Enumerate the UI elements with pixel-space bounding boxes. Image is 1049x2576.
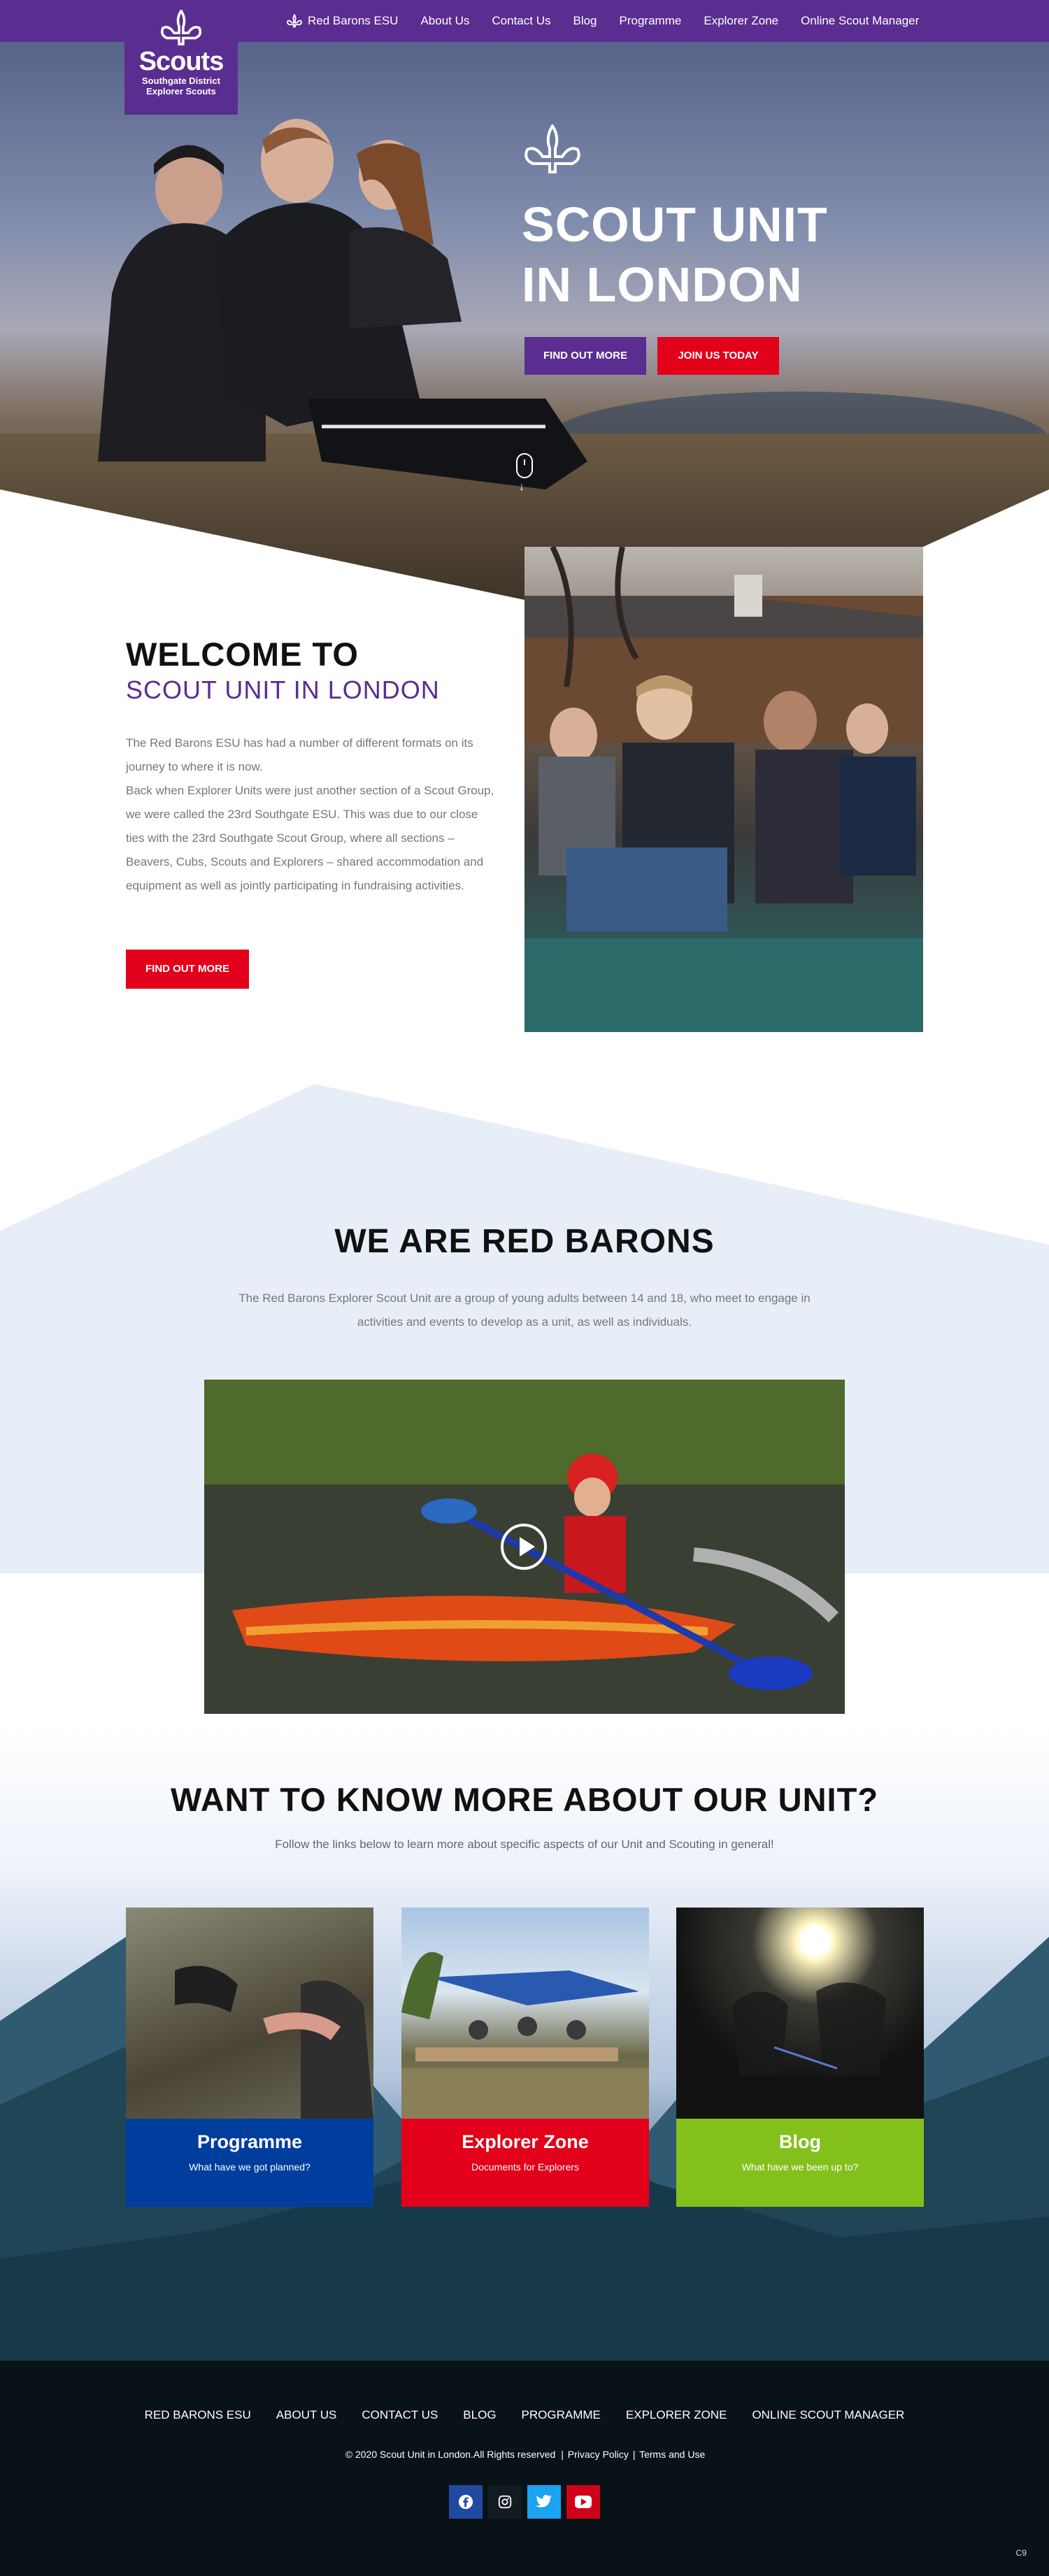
logo-brand: Scouts xyxy=(138,47,224,76)
welcome-find-out-more-button[interactable]: FIND OUT MORE xyxy=(126,950,249,989)
welcome-para-2: Back when Explorer Units were just anoth… xyxy=(126,784,494,892)
nav-programme[interactable]: Programme xyxy=(620,14,682,28)
corner-badge: C9 xyxy=(1015,2548,1027,2558)
card-title: Blog xyxy=(779,2131,821,2152)
know-more-title: WANT TO KNOW MORE ABOUT OUR UNIT? xyxy=(170,1781,879,1818)
card-image-camp xyxy=(401,1952,649,2119)
card-programme[interactable]: Programme What have we got planned? xyxy=(126,1908,373,2207)
footer-nav-online-scout-manager[interactable]: ONLINE SCOUT MANAGER xyxy=(752,2408,904,2422)
red-barons-text: The Red Barons Explorer Scout Unit are a… xyxy=(238,1291,811,1329)
card-programme-bar: Programme What have we got planned? xyxy=(126,2119,373,2207)
fleur-de-lis-icon xyxy=(287,14,302,28)
footer-nav-explorer-zone[interactable]: EXPLORER ZONE xyxy=(626,2408,727,2422)
nav-label: Red Barons ESU xyxy=(308,14,399,27)
card-explorer-zone-image xyxy=(401,1908,649,2119)
copyright-text: © 2020 Scout Unit in London.All Rights r… xyxy=(345,2449,556,2460)
card-title: Explorer Zone xyxy=(462,2131,589,2152)
welcome-heading: WELCOME TO xyxy=(126,636,359,673)
footer-nav-contact-us[interactable]: CONTACT US xyxy=(362,2408,438,2422)
card-blog-bar: Blog What have we been up to? xyxy=(676,2119,924,2207)
card-subtitle: What have we got planned? xyxy=(189,2161,311,2173)
welcome-text: The Red Barons ESU has had a number of d… xyxy=(126,731,499,898)
footer-copyright-line: © 2020 Scout Unit in London.All Rights r… xyxy=(0,2449,1049,2460)
card-image-night xyxy=(732,1982,886,2075)
footer-nav: RED BARONS ESU ABOUT US CONTACT US BLOG … xyxy=(0,2408,1049,2422)
scouts-logo[interactable]: Scouts Southgate District Explorer Scout… xyxy=(124,0,238,115)
youtube-icon[interactable] xyxy=(566,2485,600,2519)
hero-find-out-more-button[interactable]: FIND OUT MORE xyxy=(524,337,646,375)
welcome-photo-image xyxy=(524,547,923,1032)
footer-nav-programme[interactable]: PROGRAMME xyxy=(522,2408,601,2422)
card-subtitle: Documents for Explorers xyxy=(471,2161,580,2173)
fleur-de-lis-icon xyxy=(524,124,580,173)
separator: | xyxy=(561,2449,564,2460)
twitter-icon[interactable] xyxy=(527,2485,561,2519)
nav-contact-us[interactable]: Contact Us xyxy=(492,14,550,28)
privacy-policy-link[interactable]: Privacy Policy xyxy=(568,2449,629,2460)
card-subtitle: What have we been up to? xyxy=(741,2161,859,2173)
terms-link[interactable]: Terms and Use xyxy=(639,2449,705,2460)
footer-nav-red-barons[interactable]: RED BARONS ESU xyxy=(145,2408,251,2422)
nav-online-scout-manager[interactable]: Online Scout Manager xyxy=(801,14,919,28)
social-links xyxy=(0,2485,1049,2519)
footer: RED BARONS ESU ABOUT US CONTACT US BLOG … xyxy=(0,2361,1049,2576)
card-title: Programme xyxy=(197,2131,303,2152)
card-programme-image xyxy=(126,1908,373,2119)
play-icon[interactable] xyxy=(501,1524,547,1570)
kayak-video[interactable] xyxy=(204,1380,845,1714)
nav-explorer-zone[interactable]: Explorer Zone xyxy=(704,14,778,28)
logo-sub-2: Explorer Scouts xyxy=(146,86,216,96)
scroll-mouse-icon[interactable] xyxy=(516,453,533,478)
hero-title: SCOUT UNIT IN LONDON xyxy=(522,197,828,312)
card-image-climbing xyxy=(175,1966,373,2119)
instagram-icon[interactable] xyxy=(488,2485,522,2519)
fleur-de-lis-icon xyxy=(160,10,202,45)
facebook-icon[interactable] xyxy=(449,2485,483,2519)
welcome-photo xyxy=(524,547,923,1032)
scroll-arrow-icon: ↓ xyxy=(519,481,524,493)
welcome-subheading: SCOUT UNIT IN LONDON xyxy=(126,675,440,704)
logo-sub-1: Southgate District xyxy=(142,76,220,86)
separator: | xyxy=(632,2449,636,2460)
know-more-text: Follow the links below to learn more abo… xyxy=(275,1838,774,1851)
main-nav: Red Barons ESU About Us Contact Us Blog … xyxy=(287,0,919,42)
card-blog[interactable]: Blog What have we been up to? xyxy=(676,1908,924,2207)
nav-blog[interactable]: Blog xyxy=(573,14,597,28)
red-barons-title: WE ARE RED BARONS xyxy=(334,1223,715,1260)
hero-join-us-button[interactable]: JOIN US TODAY xyxy=(657,337,779,375)
nav-about-us[interactable]: About Us xyxy=(420,14,469,28)
welcome-para-1: The Red Barons ESU has had a number of d… xyxy=(126,736,473,773)
footer-nav-about-us[interactable]: ABOUT US xyxy=(276,2408,337,2422)
footer-nav-blog[interactable]: BLOG xyxy=(463,2408,496,2422)
card-explorer-zone-bar: Explorer Zone Documents for Explorers xyxy=(401,2119,649,2207)
card-blog-image xyxy=(676,1908,924,2119)
card-explorer-zone[interactable]: Explorer Zone Documents for Explorers xyxy=(401,1908,649,2207)
page: SCOUT UNIT IN LONDON FIND OUT MORE JOIN U… xyxy=(0,0,1049,2576)
nav-red-barons[interactable]: Red Barons ESU xyxy=(287,14,398,28)
